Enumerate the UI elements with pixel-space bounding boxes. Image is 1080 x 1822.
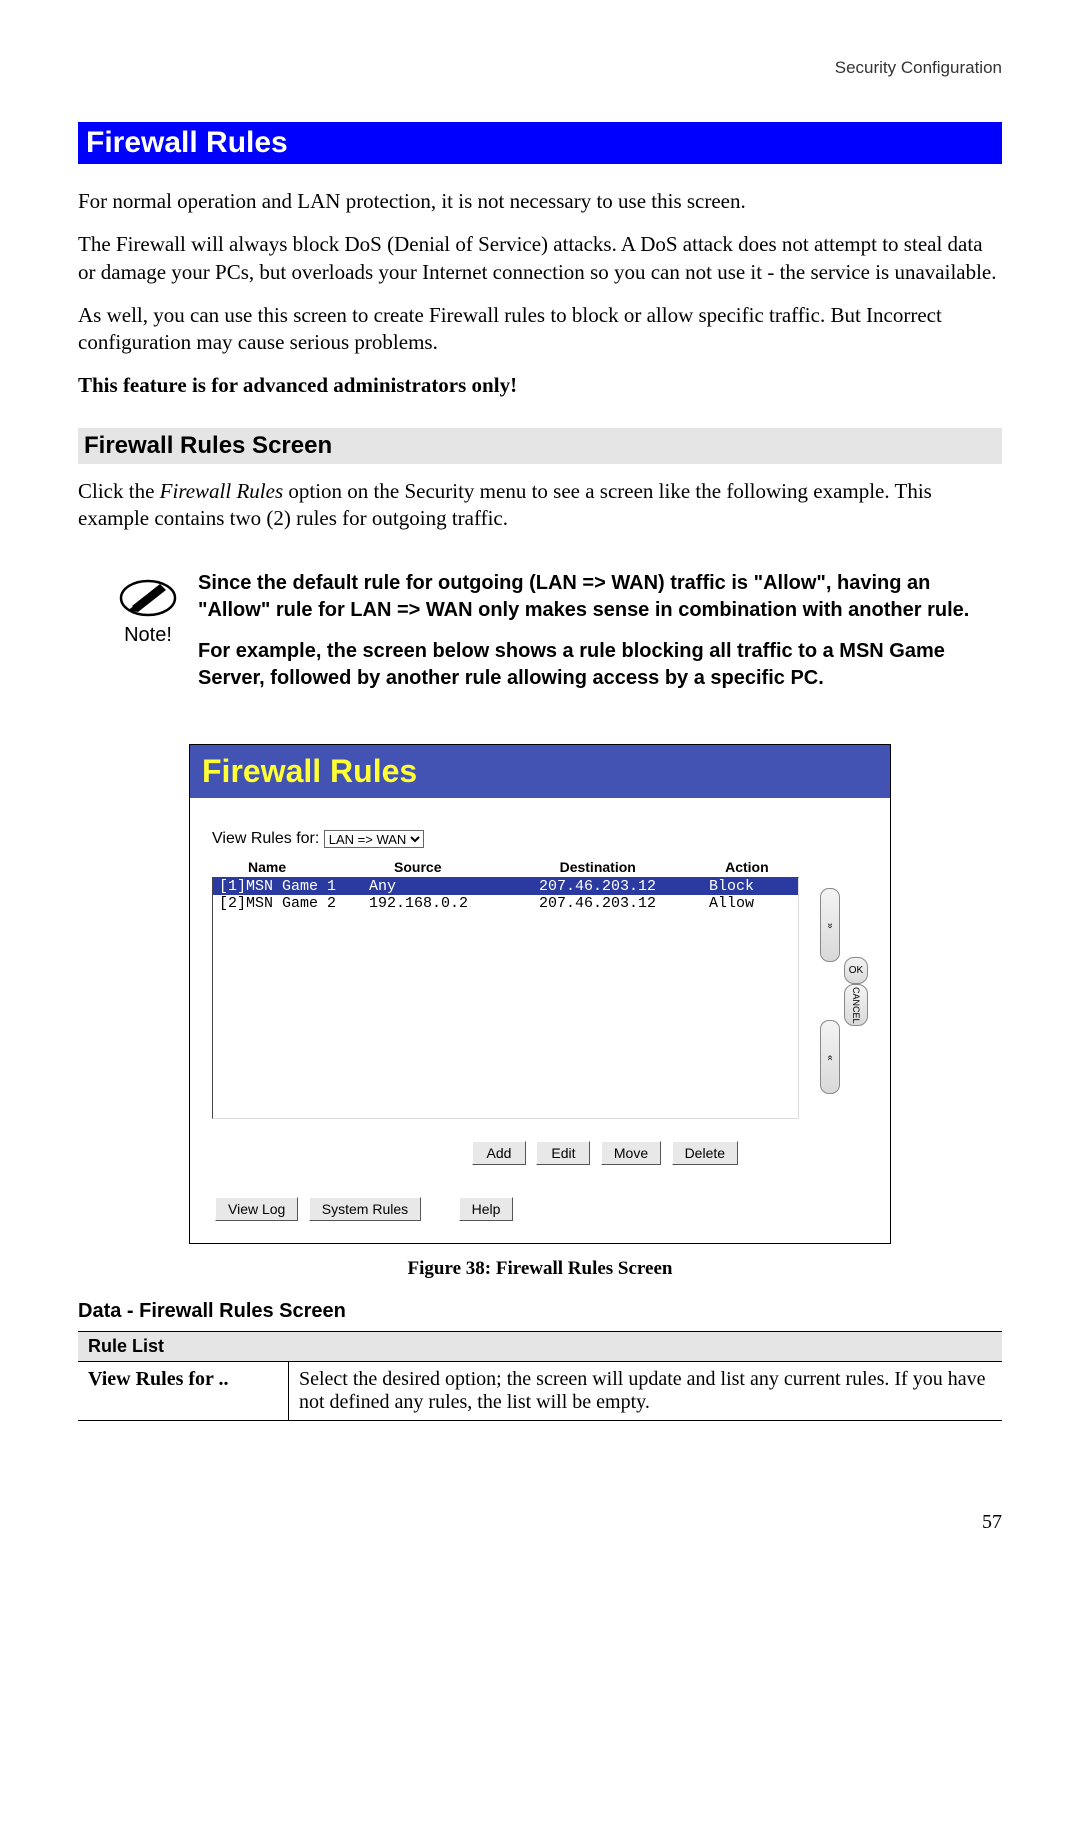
note-label: Note! — [98, 624, 198, 647]
col-header-source: Source — [394, 859, 560, 875]
page: Security Configuration Firewall Rules Fo… — [0, 0, 1080, 1574]
intro-emphasis: Firewall Rules — [160, 479, 283, 503]
button-row-1: Add Edit Move Delete — [342, 1141, 868, 1165]
data-table: View Rules for .. Select the desired opt… — [78, 1362, 1002, 1421]
cell-dest: 207.46.203.12 — [539, 878, 709, 895]
intro-pre: Click the — [78, 479, 160, 503]
note-block: Note! Since the default rule for outgoin… — [78, 570, 1002, 706]
cancel-button[interactable]: CANCEL — [844, 984, 868, 1026]
view-rules-select[interactable]: LAN => WAN — [324, 830, 424, 848]
note-para-2: For example, the screen below shows a ru… — [198, 638, 982, 692]
figure-caption: Figure 38: Firewall Rules Screen — [78, 1258, 1002, 1280]
button-row-2: View Log System Rules Help — [212, 1197, 868, 1221]
table-row[interactable]: [2]MSN Game 2 192.168.0.2 207.46.203.12 … — [213, 895, 798, 912]
paragraph-warning: This feature is for advanced administrat… — [78, 372, 1002, 399]
view-rules-row: View Rules for: LAN => WAN — [212, 830, 868, 848]
help-button[interactable]: Help — [459, 1197, 514, 1221]
paragraph-2: The Firewall will always block DoS (Deni… — [78, 231, 1002, 286]
firewall-screenshot-panel: Firewall Rules View Rules for: LAN => WA… — [189, 744, 891, 1243]
data-table-row: View Rules for .. Select the desired opt… — [78, 1362, 1002, 1421]
col-header-destination: Destination — [560, 859, 726, 875]
note-para-1: Since the default rule for outgoing (LAN… — [198, 570, 982, 624]
edit-button[interactable]: Edit — [536, 1141, 590, 1165]
cell-name: [1]MSN Game 1 — [219, 878, 369, 895]
table-row[interactable]: [1]MSN Game 1 Any 207.46.203.12 Block — [213, 878, 798, 895]
section-heading-rules-screen: Firewall Rules Screen — [78, 428, 1002, 464]
paragraph-1: For normal operation and LAN protection,… — [78, 188, 1002, 215]
col-header-name: Name — [218, 859, 394, 875]
note-icon-column: Note! — [98, 570, 198, 647]
page-header-section: Security Configuration — [78, 58, 1002, 78]
data-table-header: Rule List — [78, 1331, 1002, 1362]
system-rules-button[interactable]: System Rules — [309, 1197, 421, 1221]
paragraph-3: As well, you can use this screen to crea… — [78, 302, 1002, 357]
side-button-column: » « OK CANCEL — [820, 888, 868, 1094]
screenshot-body: View Rules for: LAN => WAN Name Source D… — [190, 798, 890, 1242]
page-number: 57 — [78, 1511, 1002, 1534]
rules-listbox[interactable]: [1]MSN Game 1 Any 207.46.203.12 Block [2… — [212, 877, 799, 1119]
delete-button[interactable]: Delete — [672, 1141, 738, 1165]
move-button[interactable]: Move — [601, 1141, 661, 1165]
note-hand-pen-icon — [118, 576, 178, 620]
note-text: Since the default rule for outgoing (LAN… — [198, 570, 982, 706]
ok-button[interactable]: OK — [844, 957, 868, 984]
cell-name: [2]MSN Game 2 — [219, 895, 369, 912]
move-up-button[interactable]: » — [820, 888, 840, 962]
add-button[interactable]: Add — [472, 1141, 526, 1165]
data-row-label: View Rules for .. — [78, 1362, 289, 1421]
cell-action: Allow — [709, 895, 789, 912]
cell-dest: 207.46.203.12 — [539, 895, 709, 912]
section-intro: Click the Firewall Rules option on the S… — [78, 478, 1002, 533]
cell-source: 192.168.0.2 — [369, 895, 539, 912]
view-rules-label: View Rules for: — [212, 831, 319, 848]
screenshot-title: Firewall Rules — [190, 745, 890, 798]
col-header-action: Action — [725, 859, 803, 875]
rules-table-wrap: [1]MSN Game 1 Any 207.46.203.12 Block [2… — [212, 877, 868, 1119]
data-row-text: Select the desired option; the screen wi… — [289, 1362, 1003, 1421]
main-heading: Firewall Rules — [78, 122, 1002, 164]
cell-action: Block — [709, 878, 789, 895]
move-down-button[interactable]: « — [820, 1020, 840, 1094]
view-log-button[interactable]: View Log — [215, 1197, 298, 1221]
data-section-heading: Data - Firewall Rules Screen — [78, 1300, 1002, 1323]
rules-column-headers: Name Source Destination Action — [212, 859, 809, 877]
cell-source: Any — [369, 878, 539, 895]
